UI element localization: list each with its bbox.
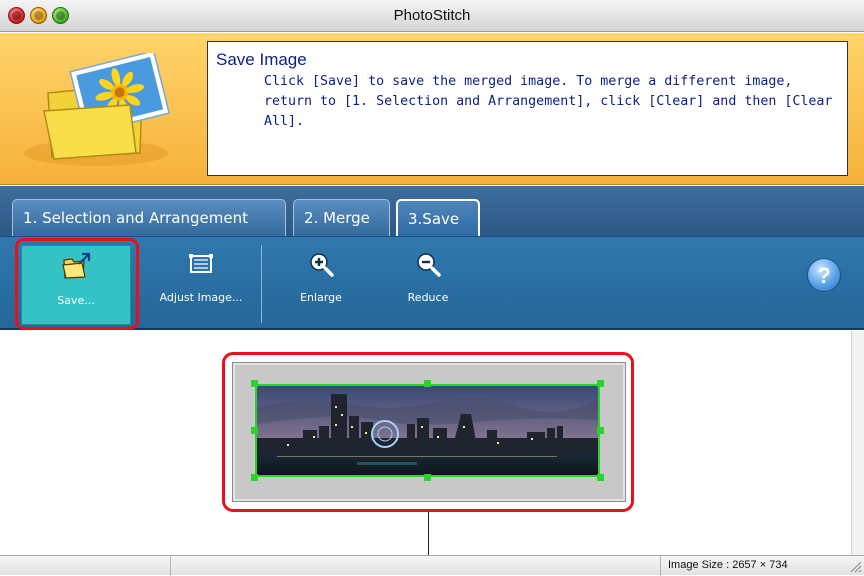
instruction-text: Click [Save] to save the merged image. T… [264,74,833,129]
toolbar-divider [261,245,262,323]
instruction-box: Save Image Click [Save] to save the merg… [207,41,848,176]
adjust-image-label: Adjust Image... [159,291,243,304]
reduce-label: Reduce [407,291,449,304]
folder-photo-icon [24,53,171,166]
status-bar: Image Size : 2657 × 734 [0,555,864,576]
adjust-image-button[interactable]: Adjust Image... [146,245,256,325]
status-divider [170,556,171,576]
reduce-button[interactable]: Reduce [392,245,464,325]
vertical-scrollbar[interactable] [851,331,864,555]
instruction-heading: Save Image [216,50,307,69]
help-button[interactable]: ? [807,258,841,292]
zoom-in-icon [310,253,334,277]
photostitch-window: PhotoStitch Save Image Click [Save] to s… [0,0,864,576]
enlarge-label: Enlarge [300,291,342,304]
image-size-readout: Image Size : 2657 × 734 [668,559,788,571]
merged-image-highlight [222,352,634,512]
resize-grip-icon[interactable] [848,559,862,573]
frame-icon [189,254,213,273]
save-button-highlight [15,238,139,330]
header-panel: Save Image Click [Save] to save the merg… [0,33,864,185]
enlarge-button[interactable]: Enlarge [285,245,357,325]
zoom-out-icon [417,253,441,277]
status-divider [660,556,661,576]
tab-selection-and-arrangement[interactable]: 1. Selection and Arrangement [12,199,286,236]
tab-save[interactable]: 3.Save [396,199,480,236]
window-title: PhotoStitch [393,7,471,24]
tab-merge[interactable]: 2. Merge [293,199,390,236]
title-bar: PhotoStitch [0,0,864,32]
help-icon: ? [817,263,831,288]
tab-bar: 1. Selection and Arrangement 2. Merge 3.… [0,186,864,236]
